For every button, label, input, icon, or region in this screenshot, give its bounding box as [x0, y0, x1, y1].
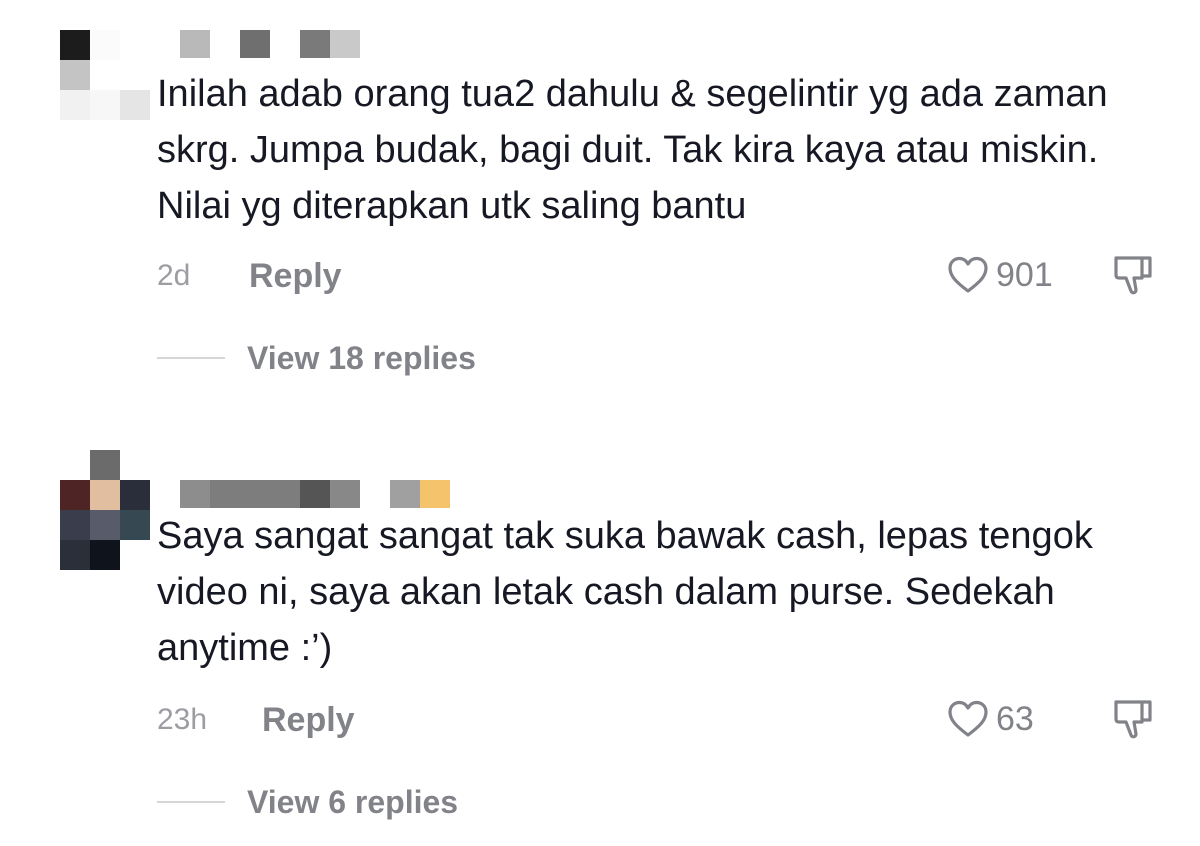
view-replies-label: View 18 replies [247, 339, 476, 376]
thumbs-down-icon [1110, 252, 1156, 298]
view-replies-button[interactable]: View 18 replies [157, 338, 476, 378]
comment-text: Inilah adab orang tua2 dahulu & segelint… [157, 73, 1108, 227]
comment-text: Saya sangat sangat tak suka bawak cash, … [157, 515, 1093, 669]
heart-icon [946, 255, 990, 295]
reply-button[interactable]: Reply [262, 700, 355, 740]
comment-item: Inilah adab orang tua2 dahulu & segelint… [0, 0, 1200, 420]
thumbs-down-icon [1110, 696, 1156, 742]
like-count: 63 [996, 699, 1034, 738]
view-replies-button[interactable]: View 6 replies [157, 782, 458, 822]
dislike-button[interactable] [1110, 696, 1156, 742]
like-count: 901 [996, 255, 1053, 294]
like-button[interactable]: 901 [946, 253, 1053, 297]
comment-item: Saya sangat sangat tak suka bawak cash, … [0, 440, 1200, 846]
like-button[interactable]: 63 [946, 697, 1034, 741]
dislike-button[interactable] [1110, 252, 1156, 298]
comment-timestamp: 2d [157, 259, 191, 292]
reply-button[interactable]: Reply [249, 256, 342, 296]
reply-divider-line [157, 357, 225, 359]
avatar-pixelated[interactable] [60, 450, 150, 570]
heart-icon [946, 699, 990, 739]
avatar-pixelated[interactable] [60, 30, 150, 120]
username-redacted[interactable] [180, 480, 450, 508]
reply-divider-line [157, 801, 225, 803]
comment-timestamp: 23h [157, 703, 208, 736]
username-redacted[interactable] [180, 30, 360, 58]
view-replies-label: View 6 replies [247, 783, 459, 820]
